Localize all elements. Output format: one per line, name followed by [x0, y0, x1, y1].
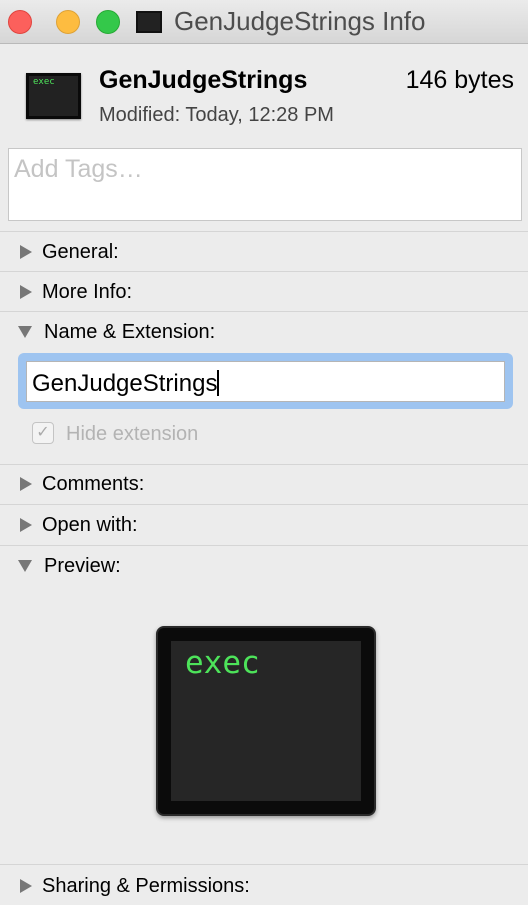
section-label: Comments:	[42, 472, 145, 495]
section-label: Preview:	[44, 554, 121, 577]
file-size: 146 bytes	[405, 66, 514, 94]
window-title: GenJudgeStrings Info	[174, 6, 426, 36]
section-name-extension[interactable]: Name & Extension:	[0, 313, 528, 351]
name-field[interactable]: GenJudgeStrings	[26, 361, 505, 402]
divider	[0, 864, 528, 865]
divider	[0, 311, 528, 312]
section-preview[interactable]: Preview:	[0, 547, 528, 585]
hide-extension-checkbox[interactable]: ✓	[32, 422, 54, 444]
close-button[interactable]	[8, 10, 32, 34]
zoom-button[interactable]	[96, 10, 120, 34]
section-more-info[interactable]: More Info:	[0, 273, 528, 311]
text-caret	[217, 370, 220, 396]
disclosure-triangle-open-icon[interactable]	[18, 560, 32, 572]
file-name: GenJudgeStrings	[99, 66, 308, 94]
minimize-button[interactable]	[56, 10, 80, 34]
preview-exec-icon: exec	[156, 626, 376, 816]
modified-date: Modified: Today, 12:28 PM	[99, 104, 334, 126]
divider	[0, 271, 528, 272]
disclosure-triangle-icon[interactable]	[20, 518, 32, 532]
section-label: Sharing & Permissions:	[42, 874, 250, 897]
section-general[interactable]: General:	[0, 233, 528, 271]
tags-placeholder: Add Tags…	[14, 155, 143, 183]
disclosure-triangle-icon[interactable]	[20, 879, 32, 893]
divider	[0, 231, 528, 232]
tags-input[interactable]: Add Tags…	[8, 148, 522, 221]
exec-file-icon: exec	[26, 73, 81, 119]
section-label: Open with:	[42, 513, 138, 536]
divider	[0, 545, 528, 546]
divider	[0, 504, 528, 505]
section-label: General:	[42, 240, 119, 263]
name-field-value: GenJudgeStrings	[32, 370, 218, 397]
section-comments[interactable]: Comments:	[0, 465, 528, 503]
disclosure-triangle-open-icon[interactable]	[18, 326, 32, 338]
title-bar: GenJudgeStrings Info	[0, 0, 528, 44]
exec-file-icon	[136, 11, 162, 33]
disclosure-triangle-icon[interactable]	[20, 477, 32, 491]
disclosure-triangle-icon[interactable]	[20, 285, 32, 299]
section-open-with[interactable]: Open with:	[0, 506, 528, 544]
disclosure-triangle-icon[interactable]	[20, 245, 32, 259]
section-label: Name & Extension:	[44, 320, 216, 343]
section-sharing-permissions[interactable]: Sharing & Permissions:	[0, 867, 528, 905]
hide-extension-label: Hide extension	[66, 423, 199, 445]
section-label: More Info:	[42, 280, 133, 303]
